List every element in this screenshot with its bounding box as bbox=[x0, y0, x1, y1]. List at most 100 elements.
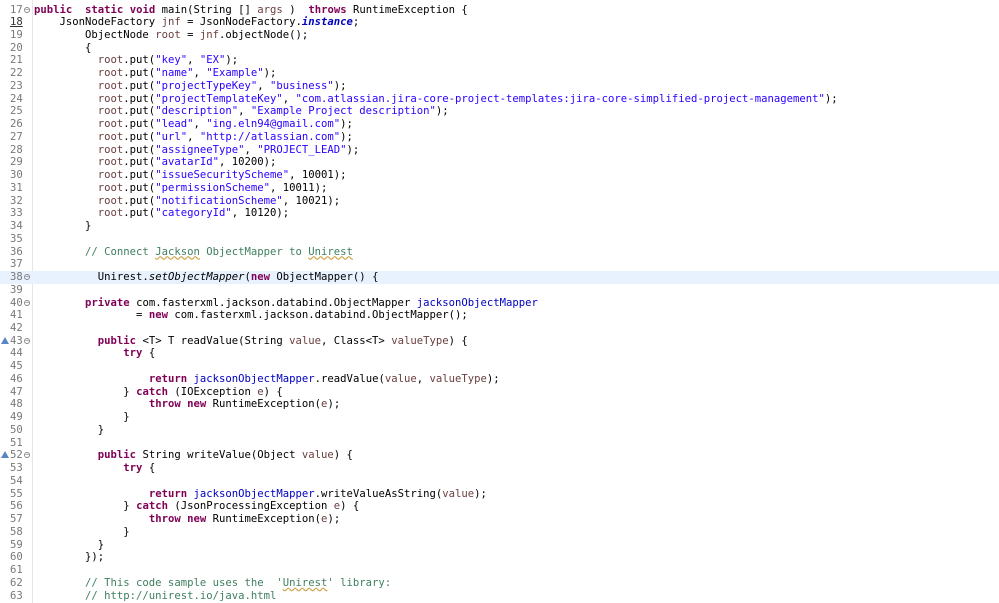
code-text[interactable]: root.put("avatarId", 10200); bbox=[34, 156, 277, 169]
code-line[interactable]: 47 } catch (IOException e) { bbox=[0, 386, 999, 399]
code-text[interactable]: public <T> T readValue(String value, Cla… bbox=[34, 335, 468, 348]
code-text[interactable]: } catch (IOException e) { bbox=[34, 386, 283, 399]
code-line[interactable]: 17public static void main(String [] args… bbox=[0, 4, 999, 17]
code-text[interactable]: // This code sample uses the 'Unirest' l… bbox=[34, 577, 391, 590]
code-line[interactable]: 37 bbox=[0, 258, 999, 271]
code-text[interactable]: root.put("notificationScheme", 10021); bbox=[34, 195, 340, 208]
code-text[interactable]: return jacksonObjectMapper.writeValueAsS… bbox=[34, 488, 487, 501]
code-text[interactable]: root.put("projectTemplateKey", "com.atla… bbox=[34, 93, 838, 106]
code-text[interactable]: } bbox=[34, 526, 129, 539]
code-line[interactable]: 54 bbox=[0, 475, 999, 488]
code-line[interactable]: 51 bbox=[0, 437, 999, 450]
code-line[interactable]: 49 } bbox=[0, 411, 999, 424]
code-line[interactable]: 20 { bbox=[0, 42, 999, 55]
code-text[interactable]: } bbox=[34, 539, 104, 552]
code-line[interactable]: 63 // http://unirest.io/java.html bbox=[0, 590, 999, 603]
code-text[interactable]: }); bbox=[34, 551, 104, 564]
code-line[interactable]: 45 bbox=[0, 360, 999, 373]
code-text[interactable]: root.put("categoryId", 10120); bbox=[34, 207, 289, 220]
code-line[interactable]: 31 root.put("permissionScheme", 10011); bbox=[0, 182, 999, 195]
code-line[interactable]: 42 bbox=[0, 322, 999, 335]
code-line[interactable]: 53 try { bbox=[0, 462, 999, 475]
code-text[interactable]: root.put("key", "EX"); bbox=[34, 54, 238, 67]
code-token: { bbox=[142, 347, 156, 360]
code-text[interactable]: root.put("description", "Example Project… bbox=[34, 105, 449, 118]
code-text[interactable]: } catch (JsonProcessingException e) { bbox=[34, 500, 359, 513]
fold-collapse-icon[interactable] bbox=[24, 274, 30, 281]
code-line[interactable]: 30 root.put("issueSecurityScheme", 10001… bbox=[0, 169, 999, 182]
code-line[interactable]: 21 root.put("key", "EX"); bbox=[0, 54, 999, 67]
code-line[interactable]: 50 } bbox=[0, 424, 999, 437]
code-line[interactable]: 25 root.put("description", "Example Proj… bbox=[0, 105, 999, 118]
code-text[interactable]: { bbox=[34, 42, 91, 55]
code-line[interactable]: 24 root.put("projectTemplateKey", "com.a… bbox=[0, 93, 999, 106]
code-text[interactable]: // http://unirest.io/java.html bbox=[34, 590, 276, 603]
code-token: ); bbox=[263, 67, 277, 80]
code-text[interactable]: try { bbox=[34, 462, 155, 475]
code-line[interactable]: 38 Unirest.setObjectMapper(new ObjectMap… bbox=[0, 271, 999, 284]
code-line[interactable]: 62 // This code sample uses the 'Unirest… bbox=[0, 577, 999, 590]
code-text[interactable]: throw new RuntimeException(e); bbox=[34, 513, 340, 526]
code-token: ); bbox=[333, 79, 347, 92]
code-text[interactable]: public static void main(String [] args )… bbox=[34, 4, 468, 17]
code-line[interactable]: 56 } catch (JsonProcessingException e) { bbox=[0, 500, 999, 513]
fold-collapse-icon[interactable] bbox=[24, 6, 30, 13]
code-line[interactable]: 44 try { bbox=[0, 347, 999, 360]
code-text[interactable]: root.put("projectTypeKey", "business"); bbox=[34, 80, 347, 93]
code-line[interactable]: 18 JsonNodeFactory jnf = JsonNodeFactory… bbox=[0, 16, 999, 29]
code-token: value bbox=[301, 449, 334, 462]
code-line[interactable]: 48 throw new RuntimeException(e); bbox=[0, 398, 999, 411]
code-text[interactable]: throw new RuntimeException(e); bbox=[34, 398, 340, 411]
code-text[interactable]: } bbox=[34, 424, 104, 437]
code-text[interactable]: JsonNodeFactory jnf = JsonNodeFactory.in… bbox=[34, 16, 360, 29]
fold-collapse-icon[interactable] bbox=[24, 299, 30, 306]
code-text[interactable]: root.put("permissionScheme", 10011); bbox=[34, 182, 328, 195]
code-text[interactable]: } bbox=[34, 411, 129, 424]
code-line[interactable]: 36 // Connect Jackson ObjectMapper to Un… bbox=[0, 246, 999, 259]
code-text[interactable]: private com.fasterxml.jackson.databind.O… bbox=[34, 297, 538, 310]
code-text[interactable]: root.put("issueSecurityScheme", 10001); bbox=[34, 169, 347, 182]
code-line[interactable]: 55 return jacksonObjectMapper.writeValue… bbox=[0, 488, 999, 501]
code-text[interactable]: Unirest.setObjectMapper(new ObjectMapper… bbox=[34, 271, 379, 284]
code-line[interactable]: 39 bbox=[0, 284, 999, 297]
code-line[interactable]: 43 public <T> T readValue(String value, … bbox=[0, 335, 999, 348]
code-token: ); bbox=[346, 143, 360, 156]
code-line[interactable]: 27 root.put("url", "http://atlassian.com… bbox=[0, 131, 999, 144]
code-line[interactable]: 41 = new com.fasterxml.jackson.databind.… bbox=[0, 309, 999, 322]
code-line[interactable]: 57 throw new RuntimeException(e); bbox=[0, 513, 999, 526]
code-line[interactable]: 19 ObjectNode root = jnf.objectNode(); bbox=[0, 29, 999, 42]
line-number: 34 bbox=[10, 220, 23, 233]
code-text[interactable]: root.put("assigneeType", "PROJECT_LEAD")… bbox=[34, 143, 360, 157]
code-text[interactable]: return jacksonObjectMapper.readValue(val… bbox=[34, 373, 500, 386]
code-line[interactable]: 34 } bbox=[0, 220, 999, 233]
code-line[interactable]: 60 }); bbox=[0, 551, 999, 564]
code-line[interactable]: 32 root.put("notificationScheme", 10021)… bbox=[0, 195, 999, 208]
code-line[interactable]: 46 return jacksonObjectMapper.readValue(… bbox=[0, 373, 999, 386]
code-line[interactable]: 26 root.put("lead", "ing.eln94@gmail.com… bbox=[0, 118, 999, 131]
code-line[interactable]: 52 public String writeValue(Object value… bbox=[0, 449, 999, 462]
code-line[interactable]: 23 root.put("projectTypeKey", "business"… bbox=[0, 80, 999, 93]
code-line[interactable]: 58 } bbox=[0, 526, 999, 539]
code-line[interactable]: 61 bbox=[0, 564, 999, 577]
line-number: 22 bbox=[10, 67, 23, 80]
code-text[interactable]: root.put("lead", "ing.eln94@gmail.com"); bbox=[34, 118, 353, 131]
code-text[interactable]: try { bbox=[34, 347, 155, 360]
code-editor[interactable]: 17public static void main(String [] args… bbox=[0, 0, 999, 603]
code-line[interactable]: 28 root.put("assigneeType", "PROJECT_LEA… bbox=[0, 144, 999, 157]
code-line[interactable]: 35 bbox=[0, 233, 999, 246]
fold-collapse-icon[interactable] bbox=[24, 337, 30, 344]
code-text[interactable]: ObjectNode root = jnf.objectNode(); bbox=[34, 29, 308, 42]
code-text[interactable]: } bbox=[34, 220, 91, 233]
code-line[interactable]: 22 root.put("name", "Example"); bbox=[0, 67, 999, 80]
code-text[interactable]: = new com.fasterxml.jackson.databind.Obj… bbox=[34, 309, 468, 322]
code-text[interactable]: root.put("url", "http://atlassian.com"); bbox=[34, 131, 353, 144]
code-line[interactable]: 59 } bbox=[0, 539, 999, 552]
code-text[interactable]: public String writeValue(Object value) { bbox=[34, 449, 353, 462]
code-text[interactable]: // Connect Jackson ObjectMapper to Unire… bbox=[34, 246, 353, 259]
code-line[interactable]: 40 private com.fasterxml.jackson.databin… bbox=[0, 297, 999, 310]
code-line[interactable]: 33 root.put("categoryId", 10120); bbox=[0, 207, 999, 220]
code-token: "url" bbox=[155, 130, 188, 143]
line-number: 55 bbox=[10, 487, 23, 500]
code-line[interactable]: 29 root.put("avatarId", 10200); bbox=[0, 156, 999, 169]
code-text[interactable]: root.put("name", "Example"); bbox=[34, 67, 277, 80]
